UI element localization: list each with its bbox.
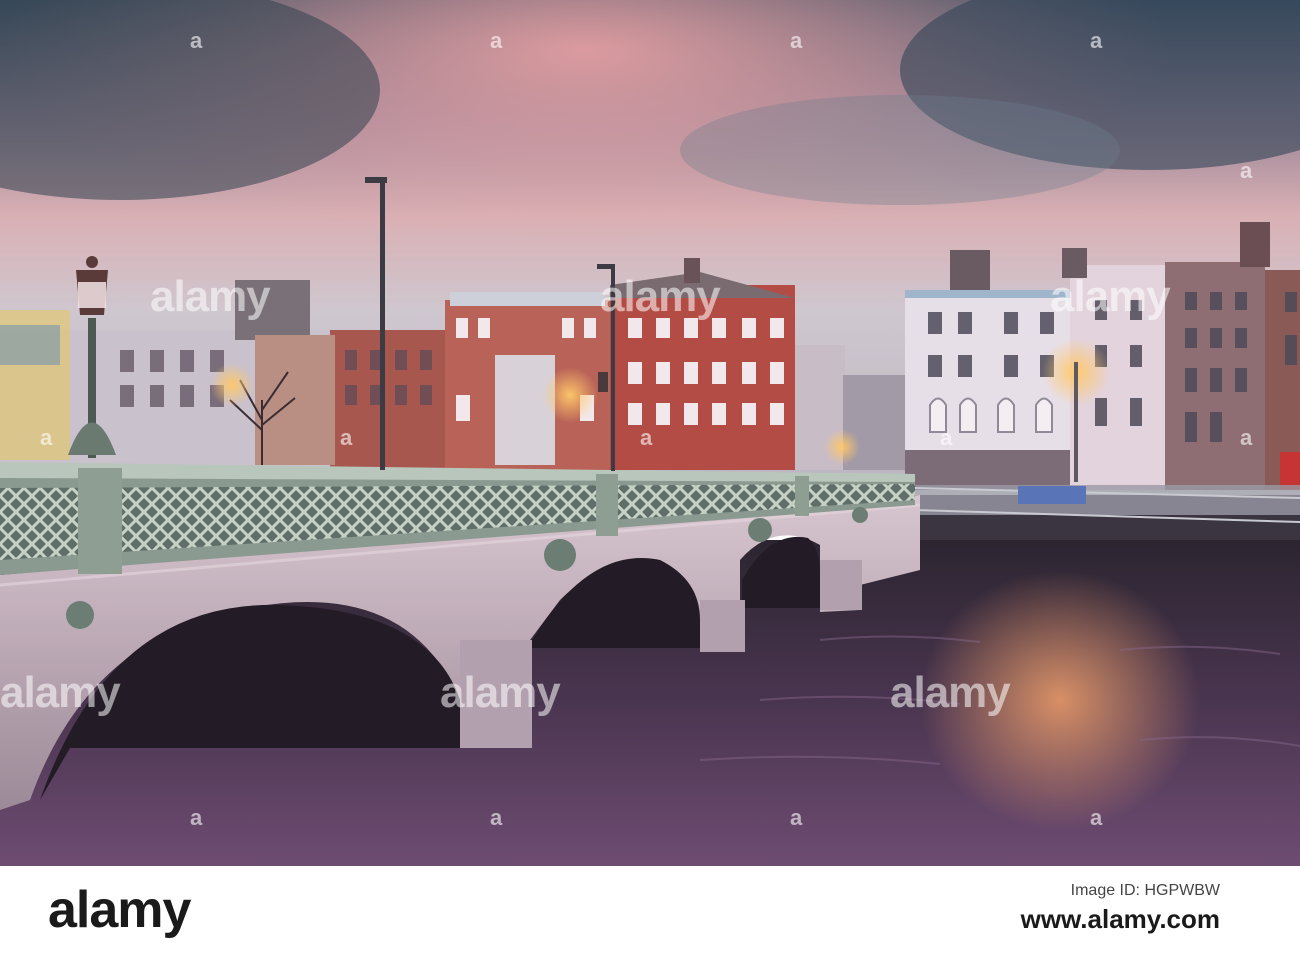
site-url[interactable]: www.alamy.com: [1021, 904, 1220, 935]
river-bridge-scene: [0, 0, 1300, 866]
brand-logo[interactable]: alamy: [48, 884, 191, 936]
stock-footer: alamy Image ID: HGPWBW www.alamy.com: [0, 866, 1300, 956]
image-id-block: Image ID: HGPWBW www.alamy.com: [1021, 882, 1220, 935]
photo: alamy alamy alamy alamy alamy alamy a a …: [0, 0, 1300, 866]
image-id: Image ID: HGPWBW: [1070, 882, 1220, 899]
